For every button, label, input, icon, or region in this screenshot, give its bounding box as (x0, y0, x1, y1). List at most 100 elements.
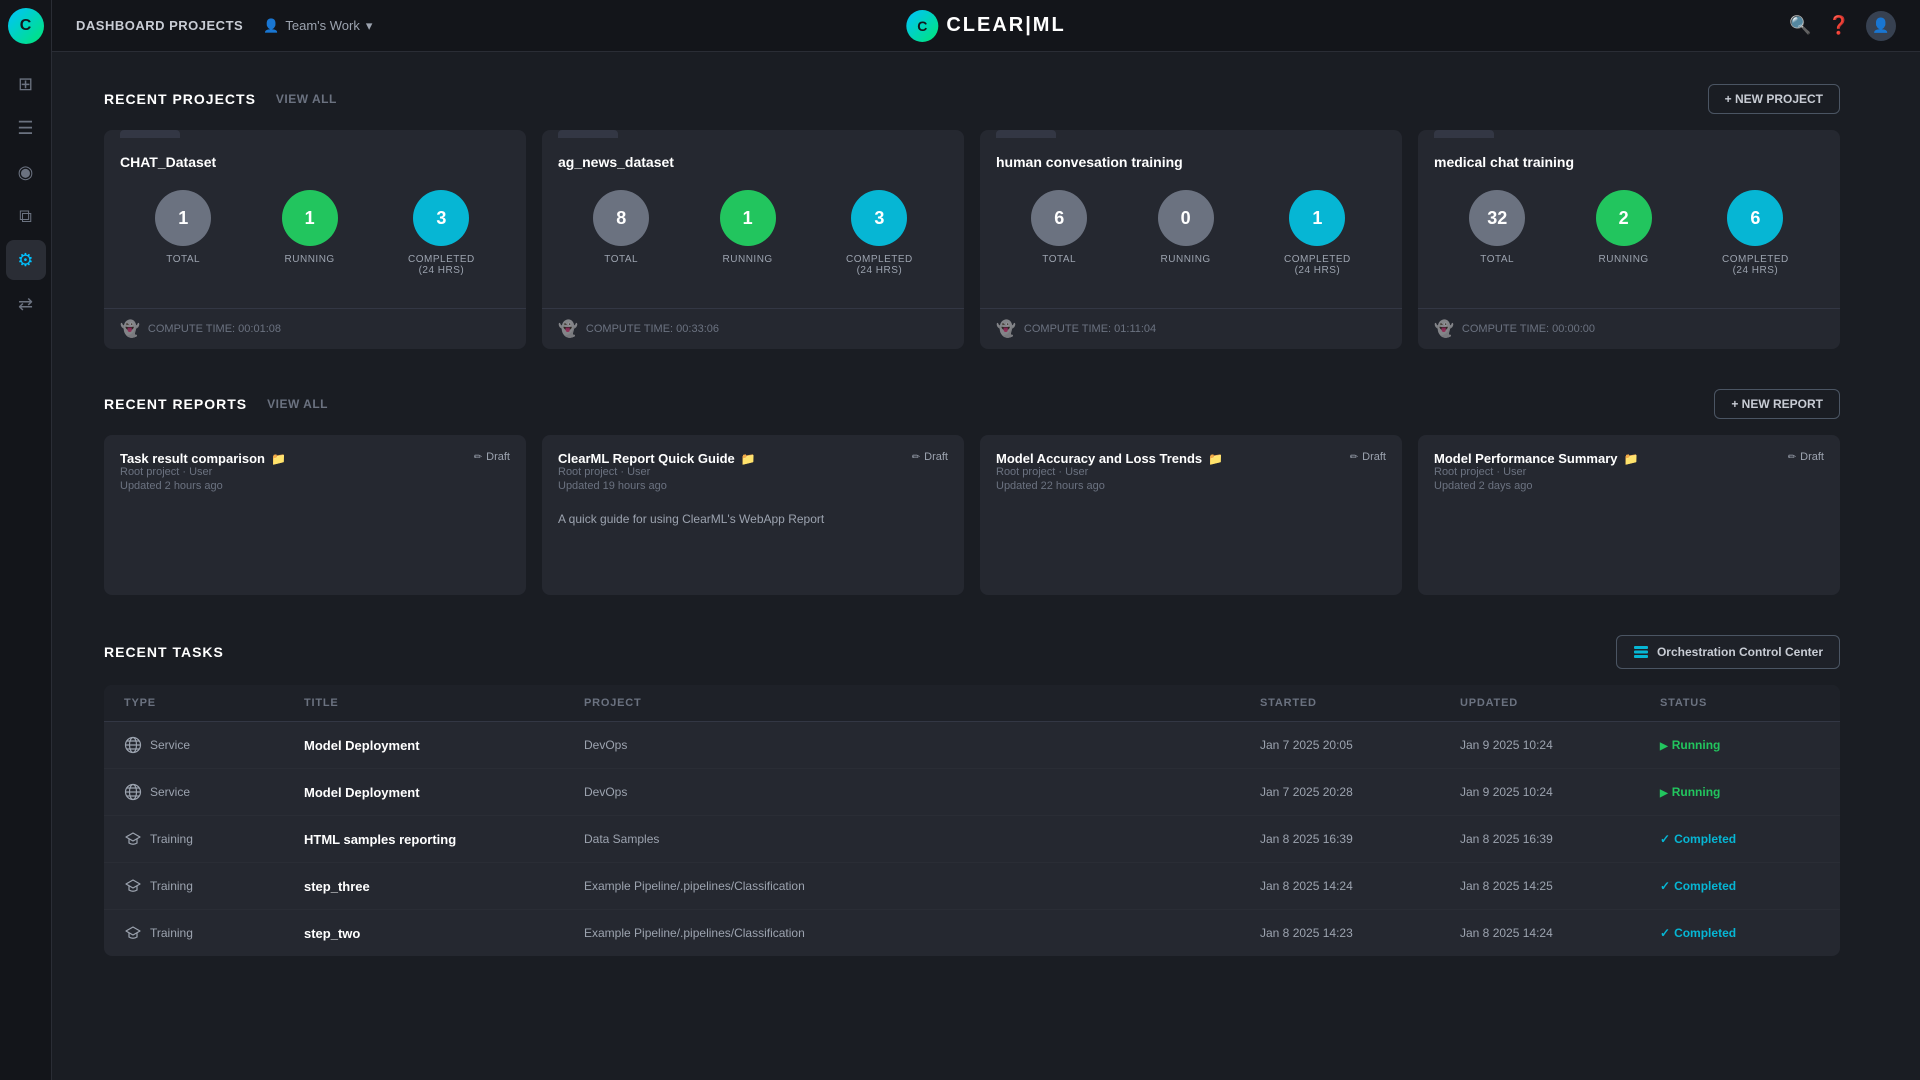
task-row-2[interactable]: Training HTML samples reporting Data Sam… (104, 816, 1840, 863)
stat-running-2: 0 (1158, 190, 1214, 246)
completed-icon-3 (1660, 879, 1670, 893)
sidebar-item-tasks[interactable]: ☰ (6, 108, 46, 148)
task-project-0: DevOps (584, 738, 1260, 752)
sidebar-item-pipelines[interactable]: ⇄ (6, 284, 46, 324)
folder-icon-1: 📁 (741, 452, 756, 466)
task-updated-3: Jan 8 2025 14:25 (1460, 879, 1660, 893)
running-icon-1 (1660, 785, 1668, 799)
task-status-2: Completed (1660, 832, 1820, 846)
completed-icon-2 (1660, 832, 1670, 846)
folder-icon-2: 📁 (1208, 452, 1223, 466)
draft-badge-1: ✏ Draft (912, 451, 948, 463)
topnav-team-selector[interactable]: 👤 Team's Work ▾ (263, 18, 372, 34)
task-status-3: Completed (1660, 879, 1820, 893)
task-title-2: HTML samples reporting (304, 832, 584, 847)
project-stats-1: 8 TOTAL 1 RUNNING 3 COMPLETED(24 hrs) (558, 190, 948, 276)
folder-icon-3: 📁 (1624, 452, 1639, 466)
report-title-1: ClearML Report Quick Guide 📁 (558, 451, 756, 466)
pencil-icon-1: ✏ (912, 452, 920, 463)
recent-reports-viewall[interactable]: VIEW ALL (267, 397, 328, 411)
sidebar-item-experiments[interactable]: ◉ (6, 152, 46, 192)
report-card-0[interactable]: Task result comparison 📁 Root project · … (104, 435, 526, 595)
th-started: STARTED (1260, 697, 1460, 709)
recent-projects-viewall[interactable]: VIEW ALL (276, 92, 337, 106)
task-started-3: Jan 8 2025 14:24 (1260, 879, 1460, 893)
stat-total-3: 32 (1469, 190, 1525, 246)
task-started-4: Jan 8 2025 14:23 (1260, 926, 1460, 940)
task-updated-0: Jan 9 2025 10:24 (1460, 738, 1660, 752)
task-type-0: Service (124, 736, 304, 754)
project-footer-3: 👻 COMPUTE TIME: 00:00:00 (1418, 308, 1840, 349)
draft-badge-2: ✏ Draft (1350, 451, 1386, 463)
stat-total-0: 1 (155, 190, 211, 246)
task-row-1[interactable]: Service Model Deployment DevOps Jan 7 20… (104, 769, 1840, 816)
recent-tasks-title: RECENT TASKS (104, 644, 224, 660)
topnav-right-icons: 🔍 ❓ 👤 (1789, 11, 1896, 41)
task-row-4[interactable]: Training step_two Example Pipeline/.pipe… (104, 910, 1840, 956)
new-project-button[interactable]: + NEW PROJECT (1708, 84, 1840, 114)
orchestration-button[interactable]: Orchestration Control Center (1616, 635, 1840, 669)
help-icon[interactable]: ❓ (1828, 15, 1850, 36)
service-globe-icon-1 (124, 783, 142, 801)
sidebar: C ⊞ ☰ ◉ ⧉ ⚙ ⇄ (0, 0, 52, 1080)
new-report-button[interactable]: + NEW REPORT (1714, 389, 1840, 419)
recent-reports-header: RECENT REPORTS VIEW ALL + NEW REPORT (104, 389, 1840, 419)
task-updated-1: Jan 9 2025 10:24 (1460, 785, 1660, 799)
project-name-3: medical chat training (1434, 154, 1824, 170)
training-cap-icon-4 (124, 924, 142, 942)
project-footer-0: 👻 COMPUTE TIME: 00:01:08 (104, 308, 526, 349)
main-content: RECENT PROJECTS VIEW ALL + NEW PROJECT C… (52, 52, 1920, 1080)
team-label: Team's Work (285, 18, 359, 33)
task-status-4: Completed (1660, 926, 1820, 940)
task-updated-4: Jan 8 2025 14:24 (1460, 926, 1660, 940)
project-footer-1: 👻 COMPUTE TIME: 00:33:06 (542, 308, 964, 349)
sidebar-logo[interactable]: C (8, 8, 44, 44)
ghost-icon-3: 👻 (1434, 319, 1454, 339)
logo-circle: C (906, 10, 938, 42)
recent-reports-title: RECENT REPORTS (104, 396, 247, 412)
stat-total-2: 6 (1031, 190, 1087, 246)
tasks-header: RECENT TASKS Orchestration Control Cente… (104, 635, 1840, 669)
task-started-0: Jan 7 2025 20:05 (1260, 738, 1460, 752)
topnav-title: DASHBOARD PROJECTS (76, 18, 243, 33)
report-card-2[interactable]: Model Accuracy and Loss Trends 📁 Root pr… (980, 435, 1402, 595)
project-name-2: human convesation training (996, 154, 1386, 170)
project-card-1[interactable]: ag_news_dataset 8 TOTAL 1 RUNNING 3 COMP (542, 130, 964, 349)
stat-completed-0: 3 (413, 190, 469, 246)
stat-completed-1: 3 (851, 190, 907, 246)
task-status-1: Running (1660, 785, 1820, 799)
stat-completed-3: 6 (1727, 190, 1783, 246)
project-card-3[interactable]: medical chat training 32 TOTAL 2 RUNNING… (1418, 130, 1840, 349)
task-type-4: Training (124, 924, 304, 942)
report-title-2: Model Accuracy and Loss Trends 📁 (996, 451, 1223, 466)
project-card-2[interactable]: human convesation training 6 TOTAL 0 RUN… (980, 130, 1402, 349)
sidebar-item-settings[interactable]: ⚙ (6, 240, 46, 280)
recent-projects-header: RECENT PROJECTS VIEW ALL + NEW PROJECT (104, 84, 1840, 114)
task-project-2: Data Samples (584, 832, 1260, 846)
user-avatar[interactable]: 👤 (1866, 11, 1896, 41)
pencil-icon-0: ✏ (474, 452, 482, 463)
team-chevron-icon: ▾ (366, 18, 373, 34)
task-row-0[interactable]: Service Model Deployment DevOps Jan 7 20… (104, 722, 1840, 769)
sidebar-item-models[interactable]: ⧉ (6, 196, 46, 236)
stat-running-0: 1 (282, 190, 338, 246)
orchestration-icon (1633, 644, 1649, 660)
report-card-3[interactable]: Model Performance Summary 📁 Root project… (1418, 435, 1840, 595)
task-project-3: Example Pipeline/.pipelines/Classificati… (584, 879, 1260, 893)
search-icon[interactable]: 🔍 (1789, 15, 1811, 36)
project-card-0[interactable]: CHAT_Dataset 1 TOTAL 1 RUNNING 3 COMPLET (104, 130, 526, 349)
task-title-4: step_two (304, 926, 584, 941)
tasks-table-header: TYPE TITLE PROJECT STARTED UPDATED STATU… (104, 685, 1840, 722)
th-status: STATUS (1660, 697, 1820, 709)
th-updated: UPDATED (1460, 697, 1660, 709)
task-row-3[interactable]: Training step_three Example Pipeline/.pi… (104, 863, 1840, 910)
task-title-0: Model Deployment (304, 738, 584, 753)
sidebar-item-dashboard[interactable]: ⊞ (6, 64, 46, 104)
report-title-3: Model Performance Summary 📁 (1434, 451, 1638, 466)
report-card-1[interactable]: ClearML Report Quick Guide 📁 Root projec… (542, 435, 964, 595)
team-person-icon: 👤 (263, 18, 279, 34)
task-type-1: Service (124, 783, 304, 801)
report-title-0: Task result comparison 📁 (120, 451, 286, 466)
task-type-2: Training (124, 830, 304, 848)
task-project-1: DevOps (584, 785, 1260, 799)
